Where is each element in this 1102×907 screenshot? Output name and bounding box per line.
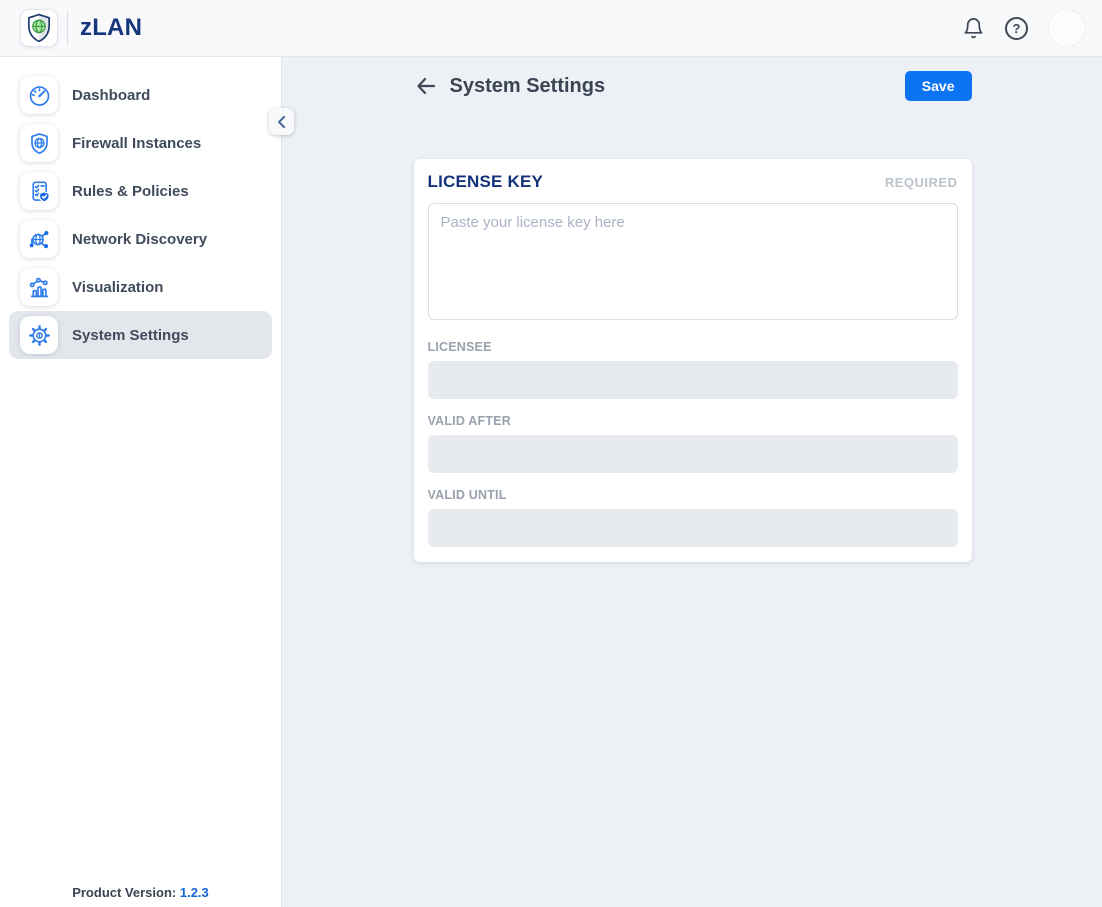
card-header: LICENSE KEY REQUIRED	[428, 172, 958, 192]
back-arrow-icon	[414, 74, 438, 98]
card-title: LICENSE KEY	[428, 172, 544, 192]
main-content: System Settings Save LICENSE KEY REQUIRE…	[283, 57, 1102, 907]
page-header: System Settings Save	[414, 71, 972, 101]
dashboard-gauge-icon	[27, 83, 52, 108]
visualization-icon-tile	[20, 268, 58, 306]
product-version-number: 1.2.3	[180, 885, 209, 900]
sidebar-item-label: Dashboard	[72, 87, 150, 104]
license-key-textarea[interactable]	[428, 203, 958, 320]
firewall-icon-tile	[20, 124, 58, 162]
avatar[interactable]	[1048, 9, 1086, 47]
topbar-divider	[67, 10, 68, 46]
settings-gear-icon	[27, 323, 52, 348]
sidebar-item-rules-policies[interactable]: Rules & Policies	[9, 167, 272, 215]
sidebar-nav: Dashboard Firewall Instances	[0, 57, 281, 359]
help-icon: ?	[1013, 21, 1021, 36]
valid-until-input	[428, 509, 958, 547]
network-discovery-icon	[27, 227, 52, 252]
chevron-left-icon	[275, 114, 288, 130]
sidebar-item-label: Rules & Policies	[72, 183, 189, 200]
notifications-button[interactable]	[962, 17, 985, 40]
sidebar-item-label: Firewall Instances	[72, 135, 201, 152]
sidebar-item-label: Network Discovery	[72, 231, 207, 248]
dashboard-icon-tile	[20, 76, 58, 114]
brand-name: zLAN	[80, 14, 142, 42]
license-key-card: LICENSE KEY REQUIRED LICENSEE VALID AFTE…	[414, 159, 972, 562]
network-icon-tile	[20, 220, 58, 258]
visualization-chart-icon	[27, 275, 52, 300]
help-button[interactable]: ?	[1005, 17, 1028, 40]
sidebar-item-network-discovery[interactable]: Network Discovery	[9, 215, 272, 263]
valid-after-label: VALID AFTER	[428, 414, 958, 428]
firewall-shield-icon	[27, 131, 52, 156]
valid-until-label: VALID UNTIL	[428, 488, 958, 502]
sidebar-item-visualization[interactable]: Visualization	[9, 263, 272, 311]
settings-icon-tile	[20, 316, 58, 354]
save-button[interactable]: Save	[905, 71, 972, 101]
app-window: zLAN ?	[0, 0, 1102, 907]
licensee-input	[428, 361, 958, 399]
page-title: System Settings	[450, 75, 606, 98]
product-version: Product Version: 1.2.3	[0, 885, 281, 900]
valid-after-input	[428, 435, 958, 473]
topbar: zLAN ?	[0, 0, 1102, 57]
sidebar: Dashboard Firewall Instances	[0, 57, 282, 907]
rules-checklist-icon	[27, 179, 52, 204]
sidebar-item-system-settings[interactable]: System Settings	[9, 311, 272, 359]
shield-globe-logo-icon	[26, 13, 52, 43]
sidebar-item-dashboard[interactable]: Dashboard	[9, 71, 272, 119]
required-badge: REQUIRED	[885, 175, 958, 190]
product-version-label: Product Version:	[72, 885, 176, 900]
app-logo	[20, 9, 58, 47]
sidebar-item-label: Visualization	[72, 279, 163, 296]
rules-icon-tile	[20, 172, 58, 210]
sidebar-item-label: System Settings	[72, 327, 189, 344]
topbar-actions: ?	[962, 9, 1086, 47]
back-button[interactable]	[414, 74, 438, 98]
bell-icon	[962, 17, 985, 40]
licensee-label: LICENSEE	[428, 340, 958, 354]
sidebar-collapse-button[interactable]	[269, 108, 294, 135]
sidebar-item-firewall-instances[interactable]: Firewall Instances	[9, 119, 272, 167]
